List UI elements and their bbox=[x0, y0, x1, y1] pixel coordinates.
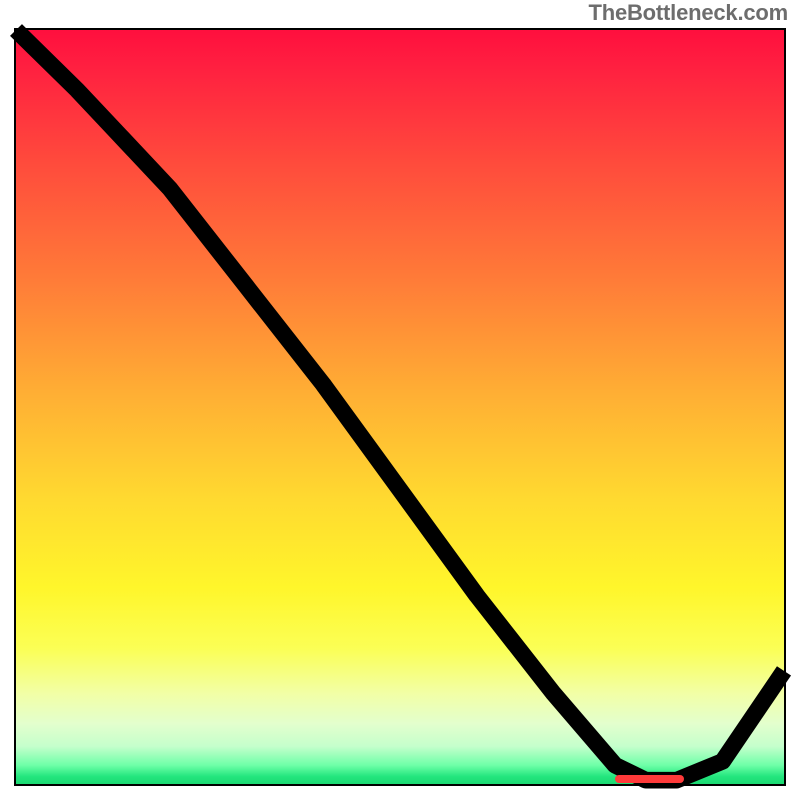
bottleneck-curve bbox=[16, 30, 784, 784]
attribution-text: TheBottleneck.com bbox=[588, 0, 788, 26]
optimal-marker bbox=[615, 775, 684, 783]
plot-area bbox=[14, 28, 786, 786]
